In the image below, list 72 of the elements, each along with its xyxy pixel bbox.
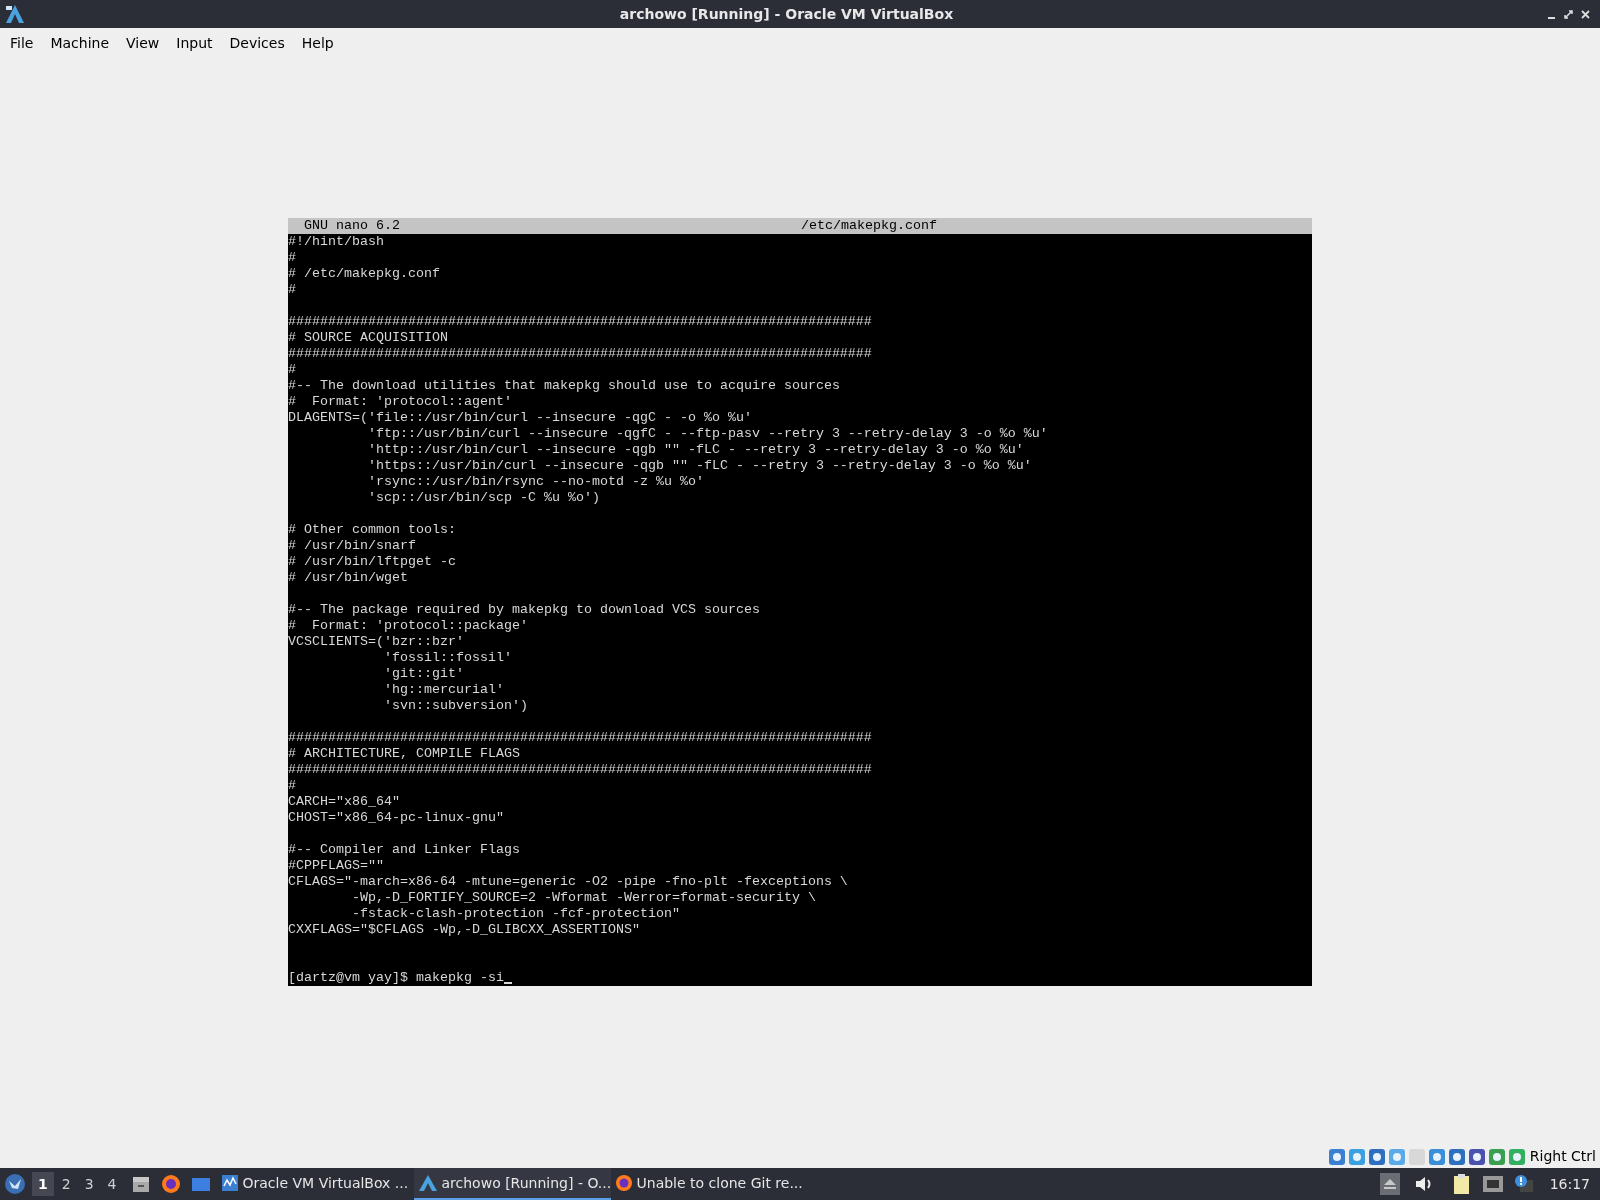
- host-key-label: Right Ctrl: [1529, 1147, 1596, 1166]
- code-line: 'git::git': [382, 665, 464, 682]
- task-button[interactable]: Oracle VM VirtualBox ...: [216, 1168, 414, 1200]
- code-line: -fstack-clash-protection -fcf-protection": [351, 905, 680, 922]
- workspace-button[interactable]: 4: [101, 1172, 123, 1196]
- code-line: # /usr/bin/snarf: [288, 537, 416, 554]
- code-line: #-- Compiler and Linker Flags: [288, 841, 520, 858]
- menu-item[interactable]: View: [118, 32, 168, 54]
- code-line: # SOURCE ACQUISITION: [288, 329, 448, 346]
- code-line: #: [288, 249, 296, 266]
- browser-icon[interactable]: [160, 1174, 181, 1194]
- maximize-icon[interactable]: [1564, 9, 1573, 19]
- task-button[interactable]: Unable to clone Git re...: [610, 1168, 808, 1200]
- code-line: #########################################################################: [288, 313, 872, 330]
- code-line: #########################################################################: [288, 761, 872, 778]
- code-line: # Other common tools:: [288, 521, 456, 538]
- editor-version: GNU nano 6.2: [304, 217, 400, 234]
- file-manager-icon[interactable]: [130, 1174, 151, 1194]
- code-line: 'svn::subversion'): [382, 697, 528, 714]
- code-line: # Format: 'protocol::package': [288, 617, 528, 634]
- shell-prompt[interactable]: [dartz@vm yay]$ makepkg -si: [288, 969, 504, 986]
- window-title: archowo [Running] - Oracle VM VirtualBox: [619, 4, 954, 24]
- code-line: #CPPFLAGS="": [288, 857, 384, 874]
- code-line: CHOST="x86_64-pc-linux-gnu": [288, 809, 504, 826]
- monitor-chart-icon: [220, 1174, 239, 1192]
- code-line: 'scp::/usr/bin/scp -C %u %o'): [366, 489, 600, 506]
- code-line: 'https::/usr/bin/curl --insecure -qgb "" -fLC - --retry 3 --retry-delay 3 -o %o %u': [366, 457, 1032, 474]
- code-line: #: [288, 361, 296, 378]
- code-line: 'hg::mercurial': [382, 681, 504, 698]
- code-line: #!/hint/bash: [288, 233, 384, 250]
- code-line: # /usr/bin/lftpget -c: [288, 553, 456, 570]
- code-line: #: [288, 777, 296, 794]
- menu-item[interactable]: File: [2, 32, 42, 54]
- code-line: # ARCHITECTURE, COMPILE FLAGS: [288, 745, 520, 762]
- code-line: 'http::/usr/bin/curl --insecure -qgb "" -fLC - --retry 3 --retry-delay 3 -o %o %u': [366, 441, 1024, 458]
- menu-item[interactable]: Input: [168, 32, 221, 54]
- workspace-button[interactable]: 1: [32, 1172, 54, 1196]
- eject-icon[interactable]: [1379, 1173, 1400, 1195]
- code-line: CFLAGS="-march=x86-64 -mtune=generic -O2 -pipe -fno-plt -fexceptions \: [288, 873, 848, 890]
- code-line: -Wp,-D_FORTIFY_SOURCE=2 -Wformat -Werror=format-security \: [351, 889, 816, 906]
- close-icon[interactable]: [1581, 9, 1590, 19]
- code-line: # /usr/bin/wget: [288, 569, 408, 586]
- code-line: 'rsync::/usr/bin/rsync --no-motd -z %u %o': [366, 473, 704, 490]
- vm-icon: [417, 1174, 438, 1192]
- file-name: /etc/makepkg.conf: [801, 217, 937, 234]
- notification-icon[interactable]: [1513, 1174, 1534, 1194]
- menu-item[interactable]: Devices: [221, 32, 293, 54]
- code-line: VCSCLIENTS=('bzr::bzr': [288, 633, 464, 650]
- text-cursor: [503, 981, 512, 984]
- code-line: #: [288, 281, 296, 298]
- workspace-button[interactable]: 3: [78, 1172, 100, 1196]
- menu-item[interactable]: Machine: [42, 32, 118, 54]
- code-line: 'ftp::/usr/bin/curl --insecure -qgfC - --ftp-pasv --retry 3 --retry-delay 3 -o %o %u': [366, 425, 1048, 442]
- task-button[interactable]: archowo [Running] - O...: [413, 1168, 611, 1200]
- code-line: #-- The package required by makepkg to download VCS sources: [288, 601, 760, 618]
- vm-screen[interactable]: [288, 217, 1312, 986]
- code-line: #-- The download utilities that makepkg should use to acquire sources: [288, 377, 840, 394]
- clipboard-icon[interactable]: [1451, 1173, 1472, 1195]
- browser-icon: [614, 1174, 633, 1192]
- code-line: DLAGENTS=('file::/usr/bin/curl --insecure -qgC - -o %o %u': [288, 409, 752, 426]
- app-icon[interactable]: [4, 4, 26, 24]
- code-line: CXXFLAGS="$CFLAGS -Wp,-D_GLIBCXX_ASSERTIONS": [288, 921, 640, 938]
- code-line: #########################################################################: [288, 345, 872, 362]
- code-line: #########################################################################: [288, 729, 872, 746]
- start-menu-icon[interactable]: [4, 1173, 26, 1195]
- menu-item[interactable]: Help: [293, 32, 342, 54]
- clock[interactable]: 16:17: [1549, 1173, 1590, 1195]
- workspace-button[interactable]: 2: [55, 1172, 77, 1196]
- code-line: # /etc/makepkg.conf: [288, 265, 440, 282]
- code-line: CARCH="x86_64": [288, 793, 400, 810]
- code-line: # Format: 'protocol::agent': [288, 393, 512, 410]
- code-line: 'fossil::fossil': [382, 649, 512, 666]
